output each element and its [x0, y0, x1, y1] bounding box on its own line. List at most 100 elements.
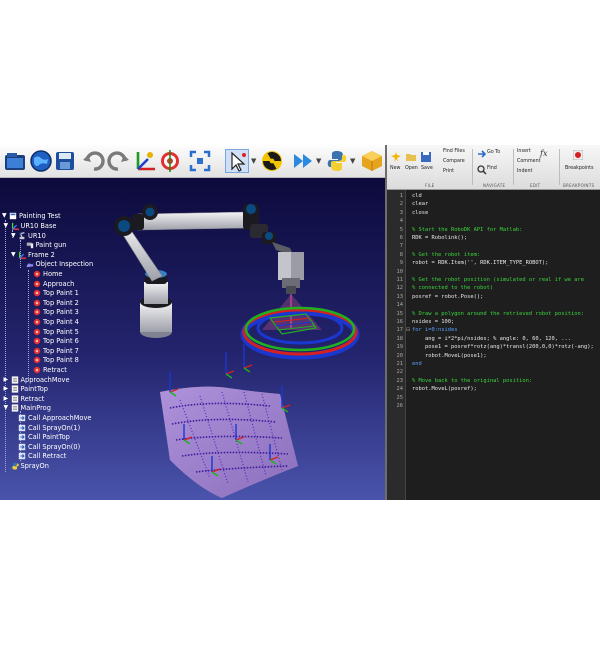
tree-item-call-retract[interactable]: Call Retract	[18, 451, 66, 461]
code-line[interactable]: % Draw a polygon around the retrieved ro…	[412, 310, 584, 318]
print-button[interactable]: Print	[443, 169, 454, 175]
expand-toggle-root[interactable]: ▼	[2, 213, 8, 219]
find-files-button[interactable]: Find Files	[443, 149, 465, 155]
svg-text:fx: fx	[539, 149, 548, 158]
expand-toggle-mainprog[interactable]: ▼	[4, 405, 10, 411]
tree-item-top-paint-4[interactable]: Top Paint 4	[33, 317, 79, 327]
tree-item-top-paint-1[interactable]: Top Paint 1	[33, 288, 79, 298]
3d-viewport[interactable]: ▼ Painting Test ▼ UR10 Base ▼ UR10 Paint gun…	[0, 178, 385, 500]
code-line[interactable]: posref = robot.Pose();	[412, 293, 483, 301]
tree-item-top-paint-7[interactable]: Top Paint 7	[33, 346, 79, 356]
tree-item-paint-gun[interactable]: Paint gun	[26, 240, 66, 250]
python-icon[interactable]	[325, 149, 349, 173]
code-line[interactable]: clear	[412, 200, 428, 208]
code-line[interactable]: for i=0:nsides	[412, 326, 457, 334]
code-line[interactable]: end	[412, 360, 422, 368]
tree-item-top-paint-5[interactable]: Top Paint 5	[33, 327, 79, 337]
go-to-button[interactable]: Go To	[487, 150, 500, 156]
code-line[interactable]: nsides = 100;	[412, 318, 454, 326]
tree-item-ur10[interactable]: UR10	[18, 231, 46, 241]
expand-toggle-ur10-base[interactable]: ▼	[4, 223, 10, 229]
tree-item-home[interactable]: Home	[33, 269, 62, 279]
code-line[interactable]: robot.MoveL(pose1);	[412, 352, 487, 360]
tree-item-object-inspection[interactable]: Object Inspection	[26, 259, 93, 269]
line-number: 19	[396, 344, 404, 351]
tree-root[interactable]: Painting Test	[9, 211, 61, 221]
tree-item-top-paint-2[interactable]: Top Paint 2	[33, 298, 79, 308]
code-line[interactable]: RDK = Robolink();	[412, 234, 467, 242]
tree-item-call-sprayon-1[interactable]: Call SprayOn(1)	[18, 423, 80, 433]
tree-item-painttop[interactable]: PaintTop	[11, 384, 48, 394]
add-reference-icon[interactable]	[133, 149, 157, 173]
tree-item-approach[interactable]: Approach	[33, 279, 74, 289]
python-dropdown-arrow[interactable]: ▼	[350, 157, 355, 165]
fast-forward-icon[interactable]	[291, 149, 315, 173]
fit-view-icon[interactable]	[188, 149, 212, 173]
code-line[interactable]: robot.MoveL(posref);	[412, 385, 477, 393]
insert-button[interactable]: Insert	[517, 149, 531, 155]
tree-item-sprayon[interactable]: SprayOn	[10, 461, 49, 471]
matlab-editor-window: New Open Save Find Files Compare Print F…	[385, 145, 600, 500]
undo-icon[interactable]	[82, 149, 106, 173]
package-icon[interactable]	[360, 149, 384, 173]
tree-item-call-approachmove[interactable]: Call ApproachMove	[18, 413, 91, 423]
globe-icon[interactable]	[29, 149, 53, 173]
fold-toggle-icon[interactable]: ⊟	[406, 326, 410, 334]
tree-item-top-paint-6[interactable]: Top Paint 6	[33, 336, 79, 346]
comment-button[interactable]: Comment	[517, 159, 541, 165]
line-number: 26	[396, 403, 404, 409]
tree-item-call-sprayon-0[interactable]: Call SprayOn(0)	[18, 442, 80, 452]
paint-surface-object[interactable]	[160, 386, 298, 498]
compare-button[interactable]: Compare	[443, 159, 465, 165]
tree-item-frame-2[interactable]: Frame 2	[18, 250, 55, 260]
code-line[interactable]: % Move back to the original position:	[412, 377, 532, 385]
expand-toggle-approachmove[interactable]: ▶	[4, 376, 10, 383]
expand-toggle-painttop[interactable]: ▶	[4, 386, 10, 392]
tree-item-mainprog[interactable]: MainProg	[11, 403, 51, 413]
tree-item-ur10-base[interactable]: UR10 Base	[11, 221, 56, 231]
tree-item-top-paint-8[interactable]: Top Paint 8	[33, 355, 79, 365]
redo-icon[interactable]	[106, 149, 130, 173]
tree-item-retract-target[interactable]: Retract	[33, 365, 67, 375]
expand-toggle-retract-prog[interactable]: ▶	[4, 395, 10, 402]
target-icon	[33, 318, 41, 326]
line-number: 17	[396, 327, 404, 334]
pointer-dropdown-arrow[interactable]: ▼	[251, 157, 256, 165]
paint-gun-tool[interactable]	[272, 242, 304, 294]
code-line[interactable]: close	[412, 209, 428, 217]
code-line[interactable]: % Get the robot position (simulated or r…	[412, 276, 584, 284]
line-number: 15	[396, 310, 404, 317]
code-line[interactable]: % connected to the robot)	[412, 284, 493, 292]
select-pointer-icon[interactable]	[225, 149, 249, 173]
save-button[interactable]: Save	[421, 166, 433, 172]
app-window: ▼ ▼ ▼ ▼ Painting Test ▼ UR10 Base ▼ UR10…	[0, 145, 600, 500]
find-button[interactable]: Find	[487, 166, 497, 172]
code-line[interactable]: pose1 = posref*rotz(ang)*transl(200,0,0)…	[412, 343, 594, 351]
indent-button[interactable]: Indent	[517, 169, 532, 175]
tree-item-retract-prog[interactable]: Retract	[11, 394, 44, 404]
tree-item-top-paint-3[interactable]: Top Paint 3	[33, 307, 79, 317]
expand-toggle-frame-2[interactable]: ▼	[11, 251, 17, 258]
breakpoints-button[interactable]: Breakpoints	[565, 166, 594, 172]
tree-item-label: UR10	[28, 231, 46, 240]
radiation-icon[interactable]	[260, 149, 284, 173]
code-editor[interactable]: 1 2 3 4 5 6 7 8 9 10 11 12 13 14 15 16 17 18 19 20 21 22 23 24 2…	[387, 190, 600, 500]
target-icon	[33, 347, 41, 355]
tree-item-call-painttop[interactable]: Call PaintTop	[18, 432, 70, 442]
new-button[interactable]: New	[390, 166, 400, 172]
station-icon	[9, 212, 17, 220]
run-dropdown-arrow[interactable]: ▼	[316, 157, 321, 165]
code-line[interactable]: robot = RDK.Item('', RDK.ITEM_TYPE_ROBOT…	[412, 259, 548, 267]
open-button[interactable]: Open	[405, 166, 418, 172]
code-line[interactable]: % Get the robot item:	[412, 251, 480, 259]
open-icon[interactable]	[3, 149, 27, 173]
target-icon[interactable]	[158, 149, 182, 173]
tree-item-label: Top Paint 5	[43, 327, 79, 336]
expand-toggle-ur10[interactable]: ▼	[11, 232, 17, 239]
save-icon[interactable]	[53, 149, 77, 173]
tree-item-approachmove[interactable]: ApproachMove	[11, 375, 70, 385]
code-line[interactable]: % Start the RoboDK API for Matlab:	[412, 226, 522, 234]
tree-item-label: Call Retract	[28, 452, 67, 461]
code-line[interactable]: cld	[412, 192, 422, 200]
code-line[interactable]: ang = i*2*pi/nsides; % angle: 0, 60, 120…	[412, 335, 571, 343]
